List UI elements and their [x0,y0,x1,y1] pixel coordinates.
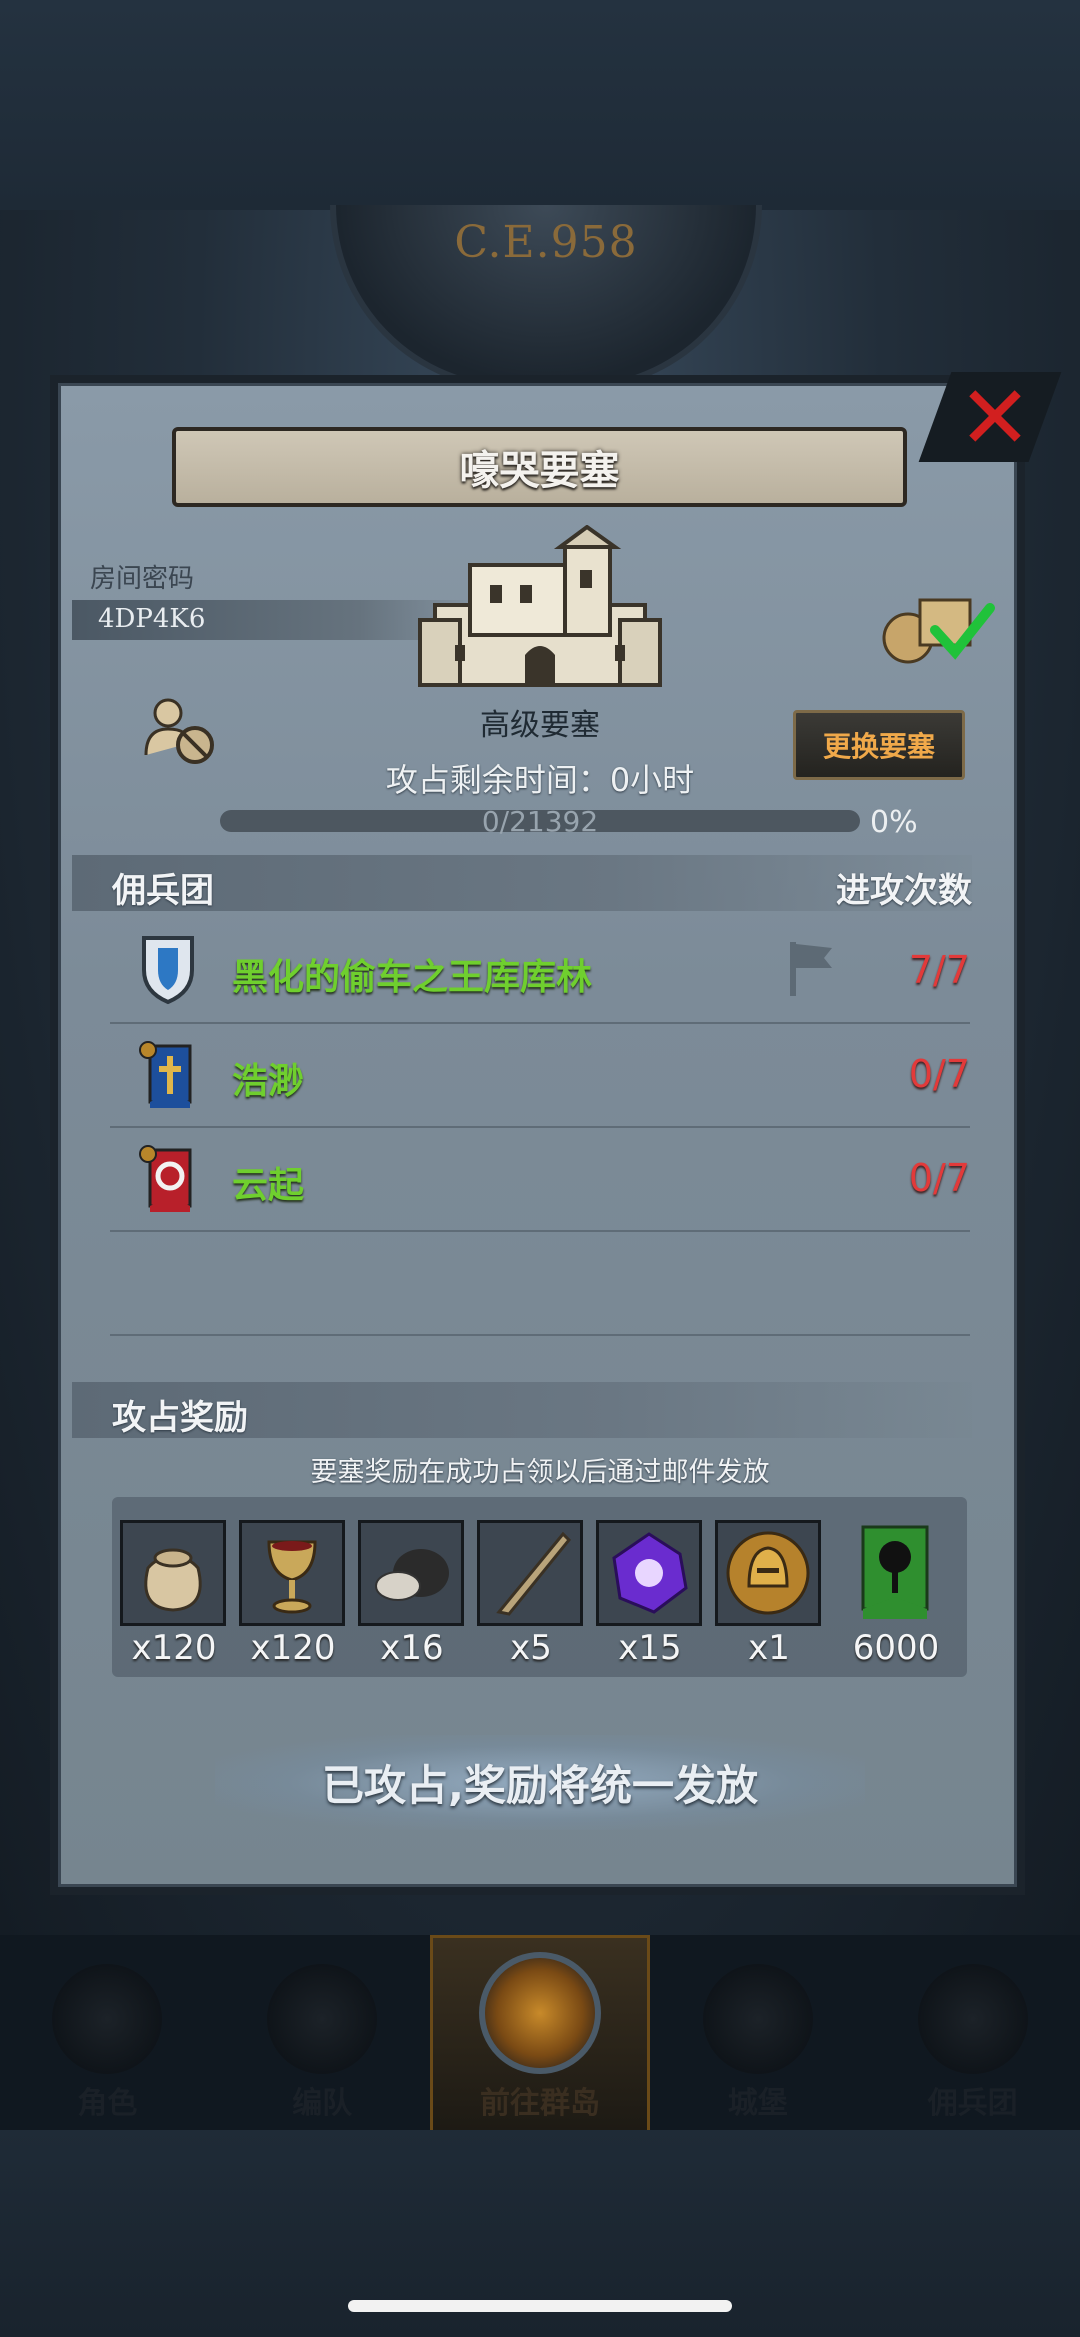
bottom-nav: 角色 编队 前往群岛 城堡 佣兵团 [0,1935,1080,2130]
mercenary-icon [917,1964,1028,2074]
shield-emblem-icon [142,936,194,1005]
attack-count: 0/7 [908,1156,970,1200]
mercenary-row[interactable]: 浩渺 0/7 [110,1022,970,1128]
rewards-section-header: 攻占奖励 [72,1382,972,1438]
nav-tab-islands[interactable]: 前往群岛 [429,1935,651,2130]
user-blocked-icon[interactable] [140,695,220,765]
status-banner-text: 已攻占,奖励将统一发放 [322,1761,758,1810]
horn-icon [477,1520,583,1626]
progress-text: 0/21392 [481,805,599,838]
nav-tab-label: 佣兵团 [927,2086,1018,2121]
fortress-icon [418,525,662,687]
home-indicator[interactable] [348,2300,732,2312]
knight-icon [52,1964,163,2074]
islands-icon [478,1952,601,2074]
reward-quantity: x16 [380,1628,444,1668]
reward-note: 要塞奖励在成功占领以后通过邮件发放 [310,1457,770,1488]
castle-icon [702,1964,813,2074]
green-tree-banner-icon [842,1520,948,1626]
mercenary-row[interactable]: 黑化的偷车之王库库林 7/7 [110,918,970,1024]
attack-count-header: 进攻次数 [836,871,972,911]
top-background [0,0,1080,210]
fortress-level-label: 高级要塞 [480,708,600,743]
reward-item[interactable]: x120 [120,1520,228,1668]
reward-item[interactable]: x5 [477,1520,585,1668]
switch-fortress-label: 更换要塞 [822,730,935,763]
mercenary-row[interactable]: 云起 0/7 [110,1126,970,1232]
reward-item[interactable]: 6000 [842,1520,950,1668]
mercenary-section-header: 佣兵团 进攻次数 [72,855,972,911]
nav-tab-castle[interactable]: 城堡 [650,1935,865,2130]
nav-tab-mercenary[interactable]: 佣兵团 [865,1935,1080,2130]
reward-quantity: x15 [618,1628,682,1668]
reward-item[interactable]: x1 [715,1520,823,1668]
mercenary-name: 浩渺 [232,1061,305,1102]
wine-goblet-icon [239,1520,345,1626]
time-left-text: 攻占剩余时间：0小时 [385,761,695,799]
nav-tab-label: 编队 [292,2086,353,2121]
close-icon[interactable]: ✕ [955,374,1035,462]
reward-item[interactable]: x15 [596,1520,704,1668]
year-dial-text: C.E.958 [454,217,638,268]
reward-item[interactable]: x120 [239,1520,347,1668]
ore-chunk-icon [358,1520,464,1626]
reward-quantity: x5 [510,1628,552,1668]
attack-count: 0/7 [908,1052,970,1096]
reward-quantity: 6000 [852,1628,940,1668]
blue-cross-banner-icon [139,1041,192,1108]
coin-sack-icon [120,1520,226,1626]
nav-tab-label: 前往群岛 [479,2086,600,2121]
nav-tab-character[interactable]: 角色 [0,1935,215,2130]
progress-percent: 0% [870,805,918,840]
flag-icon [790,942,832,996]
red-banner-icon [139,1145,192,1212]
nav-tab-formation[interactable]: 编队 [215,1935,430,2130]
purple-crystal-icon [596,1520,702,1626]
nav-tab-label: 角色 [77,2086,138,2121]
golden-helmet-icon [715,1520,821,1626]
mercenary-name: 黑化的偷车之王库库林 [232,957,593,998]
reward-item[interactable]: x16 [358,1520,466,1668]
status-banner: 已攻占,奖励将统一发放 [215,1735,865,1830]
reward-quantity: x1 [748,1628,790,1668]
mercenary-name: 云起 [232,1165,305,1206]
nav-tab-label: 城堡 [727,2086,788,2121]
attack-count: 7/7 [908,948,970,992]
mercenary-row-empty [110,1230,970,1336]
delivered-check-icon [882,598,995,664]
room-code-label: 房间密码 [90,564,195,594]
room-code[interactable]: 4DP4K6 [98,604,205,634]
switch-fortress-button[interactable]: 更换要塞 [793,710,965,780]
title-plate: 嚎哭要塞 [172,427,907,507]
reward-quantity: x120 [250,1628,336,1668]
rewards-header-title: 攻占奖励 [112,1398,248,1438]
dialog-title: 嚎哭要塞 [459,448,620,494]
reward-quantity: x120 [131,1628,217,1668]
helmet-icon [267,1964,378,2074]
mercenary-header-title: 佣兵团 [112,871,214,911]
